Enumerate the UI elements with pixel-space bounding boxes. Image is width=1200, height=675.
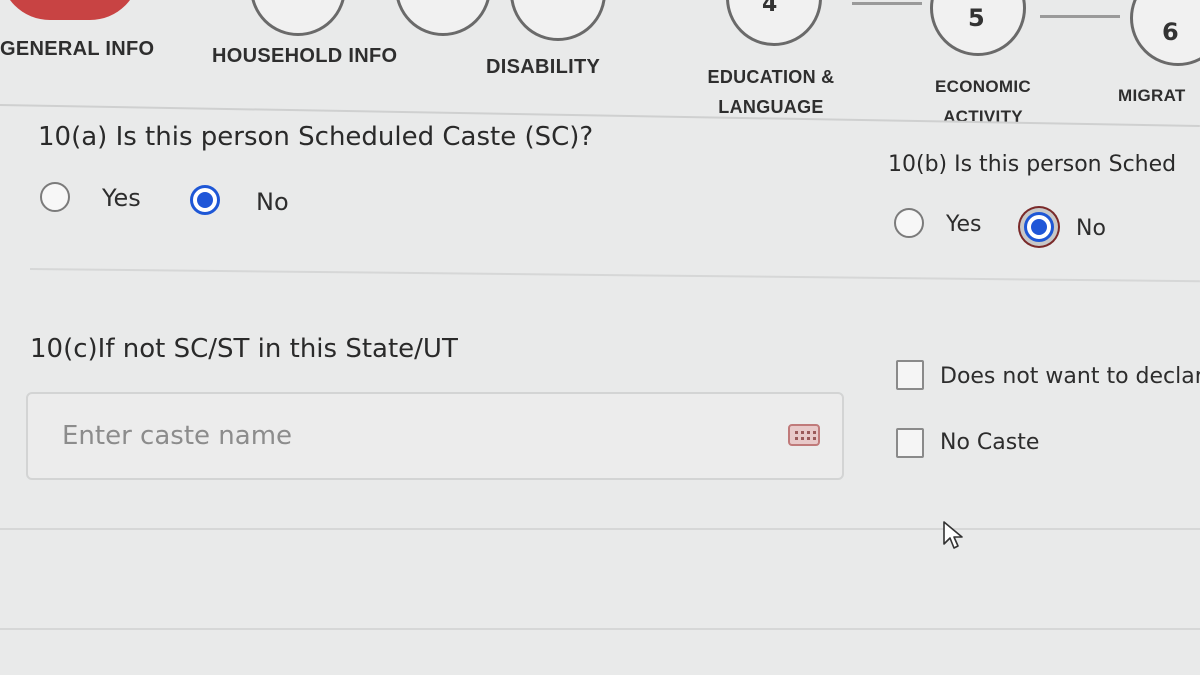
question-10a-label: 10(a) Is this person Scheduled Caste (SC… bbox=[38, 122, 594, 152]
tab-economic-line2: ACTIVITY bbox=[943, 107, 1023, 126]
section-divider bbox=[29, 268, 1200, 283]
step-2[interactable] bbox=[395, 0, 491, 36]
tab-disability[interactable]: DISABILITY bbox=[486, 56, 600, 79]
q10a-no-radio[interactable] bbox=[190, 185, 220, 215]
q10b-no-label: No bbox=[1076, 216, 1106, 241]
section-divider bbox=[0, 628, 1200, 630]
q10a-yes-label: Yes bbox=[102, 184, 141, 212]
q10a-yes-radio[interactable] bbox=[40, 182, 70, 212]
tab-household-info[interactable]: HOUSEHOLD INFO bbox=[212, 45, 397, 68]
q10b-yes-radio[interactable] bbox=[894, 208, 924, 238]
step-3[interactable] bbox=[510, 0, 606, 41]
q10b-no-radio[interactable] bbox=[1024, 212, 1054, 242]
tab-migration[interactable]: MIGRAT bbox=[1118, 86, 1186, 106]
step-1[interactable] bbox=[250, 0, 346, 36]
question-10c-label: 10(c)If not SC/ST in this State/UT bbox=[30, 334, 458, 364]
q10a-no-label: No bbox=[256, 188, 289, 216]
step-connector bbox=[1040, 15, 1120, 18]
no-caste-checkbox[interactable] bbox=[896, 428, 924, 458]
step-connector bbox=[852, 2, 922, 5]
step-6-number: 6 bbox=[1162, 18, 1179, 46]
no-caste-label: No Caste bbox=[940, 430, 1040, 455]
tab-education-line1: EDUCATION & bbox=[707, 67, 835, 87]
header-accent-shape bbox=[0, 0, 140, 20]
question-10b-label: 10(b) Is this person Sched bbox=[888, 152, 1177, 177]
caste-name-input[interactable] bbox=[26, 392, 844, 480]
does-not-want-to-declare-label: Does not want to declar bbox=[940, 364, 1200, 389]
keyboard-icon[interactable] bbox=[788, 424, 820, 446]
step-4-number: 4 bbox=[762, 0, 778, 17]
tab-general-info[interactable]: GENERAL INFO bbox=[0, 38, 154, 61]
section-divider bbox=[0, 528, 1200, 530]
does-not-want-to-declare-checkbox[interactable] bbox=[896, 360, 924, 390]
tab-education-language[interactable]: EDUCATION & LANGUAGE bbox=[686, 62, 856, 122]
tab-economic-line1: ECONOMIC bbox=[935, 77, 1031, 96]
q10b-yes-label: Yes bbox=[946, 212, 982, 237]
mouse-cursor-icon bbox=[943, 521, 963, 549]
step-5-number: 5 bbox=[968, 4, 985, 32]
